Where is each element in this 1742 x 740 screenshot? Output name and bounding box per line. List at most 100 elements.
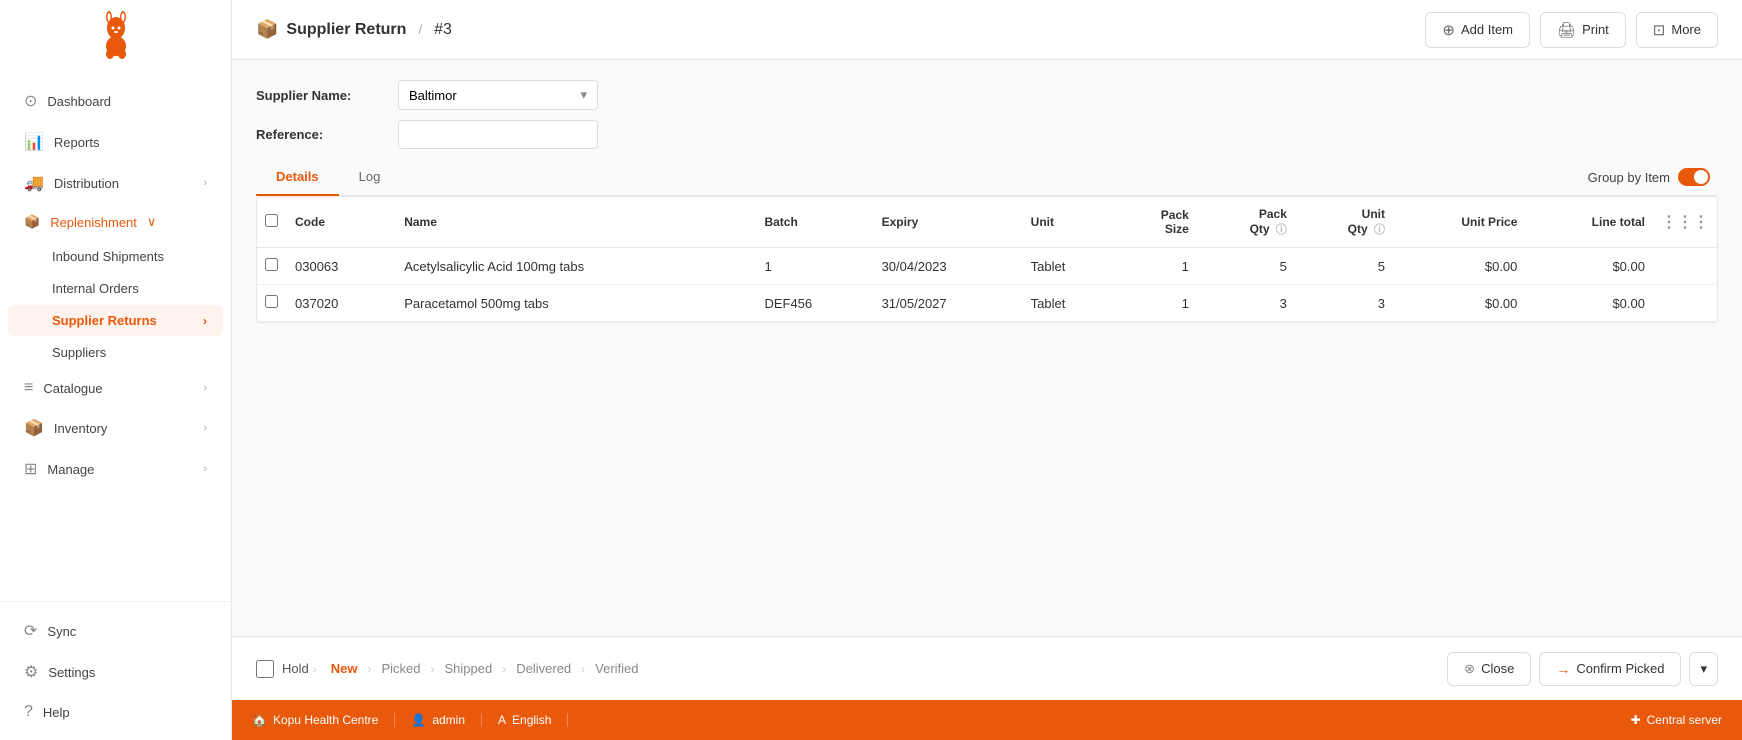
pack-qty-info-icon: ⓘ [1276,224,1287,236]
sidebar-sub-item-label: Inbound Shipments [52,249,164,264]
row-2-unit-qty: 3 [1295,285,1393,322]
reference-input[interactable] [398,120,598,149]
row-2-checkbox-cell [257,285,287,322]
delivered-label: Delivered [516,661,571,676]
confirm-picked-button[interactable]: → Confirm Picked [1539,652,1681,686]
close-circle-icon: ⊗ [1464,661,1475,677]
footer-language: A English [482,713,568,727]
line-total-header: Line total [1525,197,1653,248]
unit-qty-header: UnitQty ⓘ [1295,197,1393,248]
add-item-button[interactable]: ⊕ Add Item [1425,12,1530,48]
step-verified: Verified [585,655,648,682]
replenishment-icon: 📦 [24,214,40,230]
header-title: 📦 Supplier Return / #3 [256,19,1413,40]
sidebar-item-suppliers[interactable]: Suppliers [8,337,223,368]
row-1-unit: Tablet [1023,248,1116,285]
sidebar-item-inventory[interactable]: 📦 Inventory › [8,408,223,448]
footer-user: 👤 admin [395,713,482,727]
row-1-pack-size: 1 [1116,248,1197,285]
print-button[interactable]: 🖨 Print [1540,12,1626,48]
print-label: Print [1582,22,1609,37]
sidebar-item-catalogue[interactable]: ≡ Catalogue › [8,369,223,407]
row-1-expiry: 30/04/2023 [874,248,1023,285]
unit-price-header: Unit Price [1393,197,1525,248]
settings-icon: ⚙ [24,662,38,682]
footer-org: 🏠 Kopu Health Centre [252,713,395,727]
sidebar-item-label: Inventory [54,421,107,436]
tab-details-label: Details [276,169,319,184]
sidebar-item-label: Settings [48,665,95,680]
sidebar-item-label: Catalogue [43,381,102,396]
supplier-name-select[interactable]: Baltimor ▾ [398,80,598,110]
hold-checkbox[interactable] [256,660,274,678]
row-1-unit-price: $0.00 [1393,248,1525,285]
close-label: Close [1481,661,1514,676]
username: admin [432,713,465,727]
plus-icon: ⊕ [1442,21,1455,39]
step-picked: Picked [371,655,430,682]
server-icon: ✚ [1631,713,1641,727]
sidebar-item-distribution[interactable]: 🚚 Distribution › [8,163,223,203]
language-icon: A [498,713,506,727]
group-by-switch[interactable] [1678,168,1710,186]
table-row: 037020 Paracetamol 500mg tabs DEF456 31/… [257,285,1717,322]
sidebar-sub-item-label: Suppliers [52,345,106,360]
tab-log[interactable]: Log [339,159,401,196]
user-icon: 👤 [411,713,426,727]
sidebar-item-help[interactable]: ? Help [8,693,223,731]
sidebar-sub-item-label: Supplier Returns [52,313,157,328]
supplier-name-value: Baltimor [409,88,457,103]
step-chevron-icon: › [313,662,317,676]
row-2-line-total: $0.00 [1525,285,1653,322]
sidebar-item-sync[interactable]: ⟳ Sync [8,611,223,651]
breadcrumb-number: #3 [434,21,452,39]
help-icon: ? [24,703,33,721]
row-2-code: 037020 [287,285,396,322]
status-bar: Hold › New › Picked › Shipped › Delivere… [232,636,1742,700]
pack-size-header: PackSize [1116,197,1197,248]
table-row: 030063 Acetylsalicylic Acid 100mg tabs 1… [257,248,1717,285]
dashboard-icon: ⊙ [24,91,37,111]
name-header: Name [396,197,756,248]
sidebar-item-settings[interactable]: ⚙ Settings [8,652,223,692]
step-hold: Hold [256,660,309,678]
step-shipped: Shipped [435,655,503,682]
confirm-dropdown-button[interactable]: ▾ [1689,652,1718,686]
close-button[interactable]: ⊗ Close [1447,652,1531,686]
dropdown-chevron-icon: ▾ [580,87,587,103]
column-settings-icon[interactable]: ⋮⋮⋮ [1661,214,1709,231]
sidebar-item-reports[interactable]: 📊 Reports [8,122,223,162]
hold-label: Hold [282,661,309,676]
step-delivered: Delivered [506,655,581,682]
group-by-label: Group by Item [1588,170,1670,185]
header-actions: ⊕ Add Item 🖨 Print ⊡ More [1425,12,1718,48]
sidebar-item-internal-orders[interactable]: Internal Orders [8,273,223,304]
sidebar-item-replenishment[interactable]: 📦 Replenishment ∨ [8,204,223,240]
more-button[interactable]: ⊡ More [1636,12,1718,48]
sidebar-item-inbound-shipments[interactable]: Inbound Shipments [8,241,223,272]
supplier-name-row: Supplier Name: Baltimor ▾ [256,80,1718,110]
new-label: New [331,661,358,676]
row-2-checkbox[interactable] [265,295,278,308]
row-1-checkbox-cell [257,248,287,285]
expiry-header: Expiry [874,197,1023,248]
sidebar-item-dashboard[interactable]: ⊙ Dashboard [8,81,223,121]
row-2-batch: DEF456 [756,285,873,322]
select-all-header [257,197,287,248]
sidebar: ⊙ Dashboard 📊 Reports 🚚 Distribution › 📦… [0,0,232,740]
select-all-checkbox[interactable] [265,214,278,227]
tab-details[interactable]: Details [256,159,339,196]
row-1-pack-qty: 5 [1197,248,1295,285]
language: English [512,713,551,727]
sidebar-item-label: Sync [47,624,76,639]
inventory-icon: 📦 [24,418,44,438]
manage-icon: ⊞ [24,459,37,479]
row-2-expiry: 31/05/2027 [874,285,1023,322]
sidebar-item-manage[interactable]: ⊞ Manage › [8,449,223,489]
unit-qty-info-icon: ⓘ [1374,224,1385,236]
sidebar-item-supplier-returns[interactable]: Supplier Returns › [8,305,223,336]
code-header: Code [287,197,396,248]
row-1-checkbox[interactable] [265,258,278,271]
column-settings-header: ⋮⋮⋮ [1653,197,1717,248]
catalogue-icon: ≡ [24,379,33,397]
